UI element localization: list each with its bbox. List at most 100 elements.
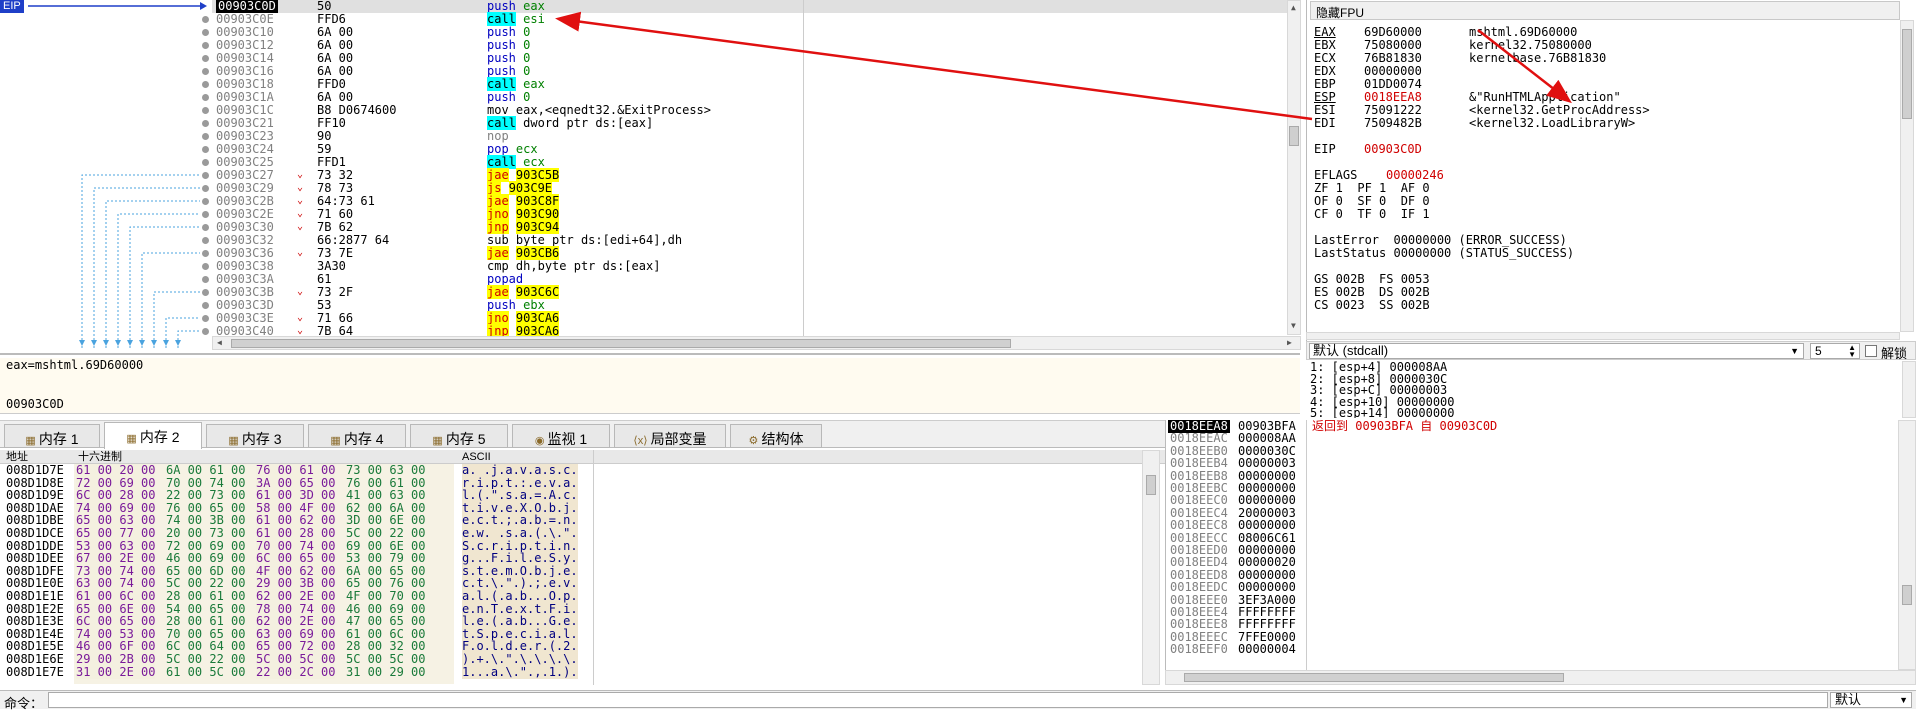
mnemonic: call — [487, 77, 516, 91]
disasm-row[interactable]: 00903C21 FF10 call dword ptr ds:[eax] — [212, 116, 1287, 130]
breakpoint-dot[interactable] — [202, 224, 209, 231]
hscroll-thumb[interactable] — [1184, 673, 1564, 682]
info-line-2: 00903C0D — [6, 397, 64, 411]
breakpoint-dot[interactable] — [202, 120, 209, 127]
mnemonic: jno — [487, 311, 509, 325]
disasm-row[interactable]: 00903C16 6A 00 push 0 — [212, 65, 1287, 78]
command-input[interactable] — [48, 692, 1828, 708]
dump-row[interactable]: 008D1E7E 31 00 2E 00 61 00 5C 00 22 00 2C 0… — [0, 665, 1140, 679]
disasm-row[interactable]: 00903C36 73 7E jae 903CB6 — [212, 246, 1287, 260]
disasm-hscroll[interactable]: ◀ ▶ — [212, 336, 1301, 350]
disasm-row[interactable]: 00903C3E 71 66 jno 903CA6 — [212, 311, 1287, 325]
hide-fpu-toggle[interactable]: 隐藏FPU — [1310, 1, 1900, 20]
disasm-row[interactable]: 00903C0D 50 push eax — [212, 0, 1287, 13]
scroll-down-icon[interactable]: ▼ — [1291, 321, 1296, 330]
breakpoint-dot[interactable] — [202, 133, 209, 140]
scroll-right-icon[interactable]: ▶ — [1287, 338, 1292, 347]
eip-row[interactable]: EIP 00903C0D — [1314, 143, 1422, 156]
jump-line — [153, 291, 200, 348]
tab-3[interactable]: ▦ 内存 3 — [206, 424, 304, 448]
dump-vscroll[interactable] — [1142, 450, 1160, 685]
scroll-thumb[interactable] — [1902, 29, 1912, 119]
operands: 903CB6 — [515, 246, 560, 260]
register-row[interactable]: EDI 7509482B <kernel32.LoadLibraryW> — [1314, 117, 1635, 130]
tab-7[interactable]: ⟨x⟩ 局部变量 — [614, 424, 726, 448]
breakpoint-dot[interactable] — [202, 94, 209, 101]
registers-vscroll[interactable] — [1900, 20, 1914, 332]
breakpoint-dot[interactable] — [202, 315, 209, 322]
breakpoint-dot[interactable] — [202, 29, 209, 36]
scroll-up-icon[interactable]: ▲ — [1291, 3, 1296, 12]
arg-count-spinner[interactable]: 5 ▲ ▼ — [1810, 343, 1860, 359]
disasm-row[interactable]: 00903C2B 64:73 61 jae 903C8F — [212, 194, 1287, 208]
disasm-row[interactable]: 00903C12 6A 00 push 0 — [212, 39, 1287, 52]
disasm-row[interactable]: 00903C3B 73 2F jae 903C6C — [212, 285, 1287, 299]
breakpoint-dot[interactable] — [202, 146, 209, 153]
disassembly-view[interactable]: 00903C0D 50 push eax 00903C0E FFD6 call esi 00… — [212, 0, 1287, 338]
stack-row[interactable]: 0018EEF0 00000004 — [1166, 643, 1896, 656]
disasm-row[interactable]: 00903C3D 53 push ebx — [212, 299, 1287, 312]
breakpoint-dot[interactable] — [202, 211, 209, 218]
disasm-row[interactable]: 00903C32 66:2877 64 sub byte ptr ds:[edi+6… — [212, 234, 1287, 247]
disasm-row[interactable]: 00903C0E FFD6 call esi — [212, 12, 1287, 26]
breakpoint-dot[interactable] — [202, 302, 209, 309]
disasm-row[interactable]: 00903C3A 61 popad — [212, 273, 1287, 286]
jump-line-arrowhead — [175, 340, 181, 346]
tab-1[interactable]: ▦ 内存 1 — [4, 424, 100, 448]
arg-row[interactable]: 5: [esp+14] 00000000 — [1310, 407, 1455, 419]
tab-4[interactable]: ▦ 内存 4 — [308, 424, 406, 448]
scroll-thumb[interactable] — [1902, 585, 1912, 605]
scroll-left-icon[interactable]: ◀ — [217, 338, 222, 347]
disasm-row[interactable]: 00903C18 FFD0 call eax — [212, 77, 1287, 91]
breakpoint-dot[interactable] — [202, 172, 209, 179]
breakpoint-dot[interactable] — [202, 107, 209, 114]
tab-8[interactable]: ⚙ 结构体 — [730, 424, 822, 448]
operands: eax,<eqnedt32.&ExitProcess> — [515, 103, 711, 117]
disasm-row[interactable]: 00903C2E 71 60 jno 903C90 — [212, 207, 1287, 221]
registers-hscroll[interactable] — [1306, 332, 1900, 340]
stack-hscroll[interactable] — [1165, 670, 1916, 685]
register-value[interactable]: 7509482B — [1364, 117, 1422, 130]
hscroll-thumb[interactable] — [231, 339, 1011, 348]
stack-view[interactable]: 0018EEA8 00903BFA 返回到 00903BFA 自 00903C0D 0… — [1165, 420, 1916, 684]
breakpoint-dot[interactable] — [202, 55, 209, 62]
breakpoint-dot[interactable] — [202, 81, 209, 88]
memory-icon: ▦ — [228, 435, 242, 447]
scroll-thumb[interactable] — [1146, 475, 1156, 495]
memory-dump[interactable]: 008D1D7E 61 00 20 00 6A 00 61 00 76 00 61 0… — [0, 464, 1165, 684]
stack-vscroll[interactable] — [1898, 420, 1916, 670]
disasm-row[interactable]: 00903C10 6A 00 push 0 — [212, 26, 1287, 39]
disasm-row[interactable]: 00903C23 90 nop — [212, 130, 1287, 143]
segment-row[interactable]: CS 0023 SS 002B — [1314, 299, 1430, 312]
disasm-row[interactable]: 00903C38 3A30 cmp dh,byte ptr ds:[eax] — [212, 260, 1287, 273]
tab-2[interactable]: ▦ 内存 2 — [104, 422, 202, 449]
breakpoint-dot[interactable] — [202, 42, 209, 49]
flags-row[interactable]: CF 0 TF 0 IF 1 — [1314, 208, 1430, 221]
disasm-row[interactable]: 00903C14 6A 00 push 0 — [212, 52, 1287, 65]
spinner-arrows-icon[interactable]: ▲ ▼ — [1848, 344, 1856, 359]
breakpoint-dot[interactable] — [202, 328, 209, 335]
disasm-row[interactable]: 00903C1C B8 D0674600 mov eax,<eqnedt32.&Ex… — [212, 104, 1287, 117]
tab-5[interactable]: ▦ 内存 5 — [410, 424, 508, 448]
breakpoint-dot[interactable] — [202, 276, 209, 283]
breakpoint-dot[interactable] — [202, 250, 209, 257]
breakpoint-dot[interactable] — [202, 68, 209, 75]
disasm-row[interactable]: 00903C24 59 pop ecx — [212, 143, 1287, 156]
command-mode-select[interactable]: 默认 ▼ — [1830, 692, 1912, 708]
register-value[interactable]: 00903C0D — [1364, 143, 1422, 156]
breakpoint-dot[interactable] — [202, 237, 209, 244]
disasm-vscroll[interactable]: ▲ ▼ — [1287, 0, 1301, 335]
breakpoint-dot[interactable] — [202, 185, 209, 192]
breakpoint-dot[interactable] — [202, 263, 209, 270]
unlock-checkbox[interactable] — [1865, 345, 1877, 357]
tab-6[interactable]: ◉ 监视 1 — [512, 424, 610, 448]
breakpoint-dot[interactable] — [202, 16, 209, 23]
breakpoint-dot[interactable] — [202, 289, 209, 296]
disasm-row[interactable]: 00903C27 73 32 jae 903C5B — [212, 168, 1287, 182]
disasm-row[interactable]: 00903C25 FFD1 call ecx — [212, 155, 1287, 169]
args-vscroll[interactable] — [1902, 361, 1916, 418]
breakpoint-dot[interactable] — [202, 198, 209, 205]
scroll-thumb[interactable] — [1289, 126, 1299, 146]
calling-convention-select[interactable]: 默认 (stdcall) ▼ — [1309, 343, 1804, 359]
breakpoint-dot[interactable] — [202, 159, 209, 166]
